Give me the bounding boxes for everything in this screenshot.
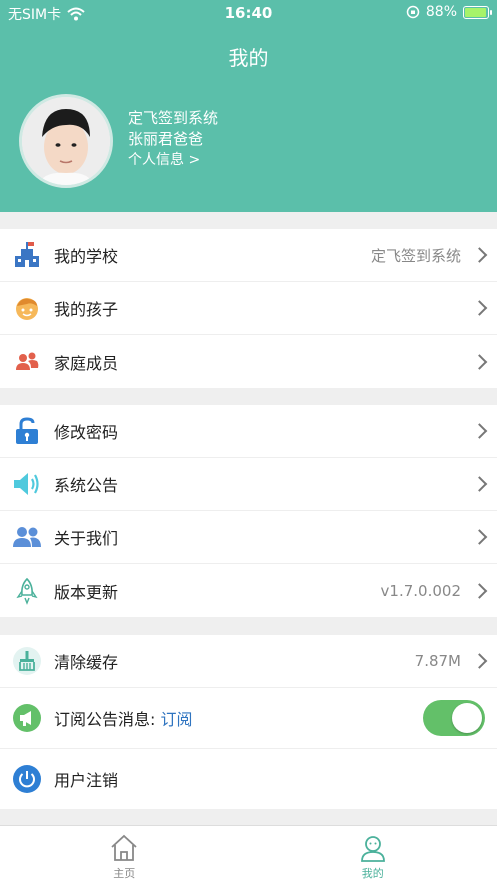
menu-label: 版本更新 [54,582,119,602]
menu-label: 用户注销 [54,771,119,790]
rocket-icon [12,576,42,606]
page-title: 我的 [228,46,269,70]
menu-label: 清除缓存 [54,653,119,672]
menu-label: 我的孩子 [54,300,119,319]
menu-item-version-update[interactable]: 版本更新 v1.7.0.002 [0,564,497,617]
tab-mine[interactable]: 我的 [249,826,497,883]
broom-icon [12,646,42,676]
people-icon [12,522,42,552]
user-icon [360,836,385,862]
menu-label: 修改密码 [54,423,119,442]
profile-info-link[interactable]: 个人信息 > [128,150,218,171]
power-icon [12,764,42,794]
subscribe-label: 订阅公告消息: 订阅 [54,706,193,730]
menu-item-subscribe: 订阅公告消息: 订阅 [0,688,497,749]
menu-group-3: 清除缓存 7.87M 订阅公告消息: 订阅 用户注销 [0,635,497,809]
avatar[interactable] [19,94,113,188]
toggle-knob [452,703,482,733]
profile-info[interactable]: 定飞签到系统 张丽君爸爸 个人信息 > [128,108,218,171]
tab-mine-label: 我的 [361,867,384,880]
menu-label: 系统公告 [54,476,119,495]
subscribe-toggle[interactable] [423,700,485,736]
school-icon [12,240,42,270]
megaphone-icon [12,703,42,733]
chevron-right-icon [471,353,488,370]
menu-item-my-children[interactable]: 我的孩子 [0,282,497,335]
menu-item-family-members[interactable]: 家庭成员 [0,335,497,388]
avatar-photo [22,97,110,185]
profile-name: 张丽君爸爸 [128,130,204,148]
menu-item-logout[interactable]: 用户注销 [0,749,497,809]
tab-bar: 主页 我的 [0,825,497,883]
menu-label: 关于我们 [54,529,119,548]
menu-group-1: 我的学校 定飞签到系统 我的孩子 家庭成员 [0,229,497,388]
tab-home[interactable]: 主页 [0,826,249,883]
home-icon [111,834,137,861]
child-icon [12,293,42,323]
orientation-lock-icon [406,5,420,19]
battery-icon [463,5,492,19]
menu-label: 家庭成员 [54,353,119,373]
chevron-right-icon [471,423,488,439]
family-icon [12,347,42,377]
speaker-icon [12,469,42,499]
profile-school: 定飞签到系统 [128,109,219,127]
menu-item-my-school[interactable]: 我的学校 定飞签到系统 [0,229,497,282]
chevron-right-icon [471,653,488,669]
subscribe-status: 订阅 [160,710,193,729]
chevron-right-icon [471,476,488,492]
menu-value: 定飞签到系统 [370,246,461,265]
menu-item-change-password[interactable]: 修改密码 [0,405,497,458]
menu-item-announcements[interactable]: 系统公告 [0,458,497,511]
chevron-right-icon [471,582,488,599]
tab-home-label: 主页 [113,867,136,880]
menu-item-about-us[interactable]: 关于我们 [0,511,497,564]
header: 无SIM卡 16:40 88% 我的 定飞签到系统 张丽君爸爸 个人信息 > [0,0,497,212]
status-bar: 无SIM卡 16:40 88% [0,0,497,26]
menu-group-2: 修改密码 系统公告 关于我们 版本更新 v1.7.0.002 [0,405,497,617]
chevron-right-icon [471,300,488,316]
menu-label: 我的学校 [54,247,119,266]
chevron-right-icon [471,247,488,263]
menu-item-clear-cache[interactable]: 清除缓存 7.87M [0,635,497,688]
subscribe-label-text: 订阅公告消息: [54,710,156,729]
chevron-right-icon [471,529,488,545]
version-value: v1.7.0.002 [380,581,461,600]
cache-size-value: 7.87M [414,652,461,670]
lock-icon [12,416,42,446]
battery-percent: 88% [425,4,457,20]
